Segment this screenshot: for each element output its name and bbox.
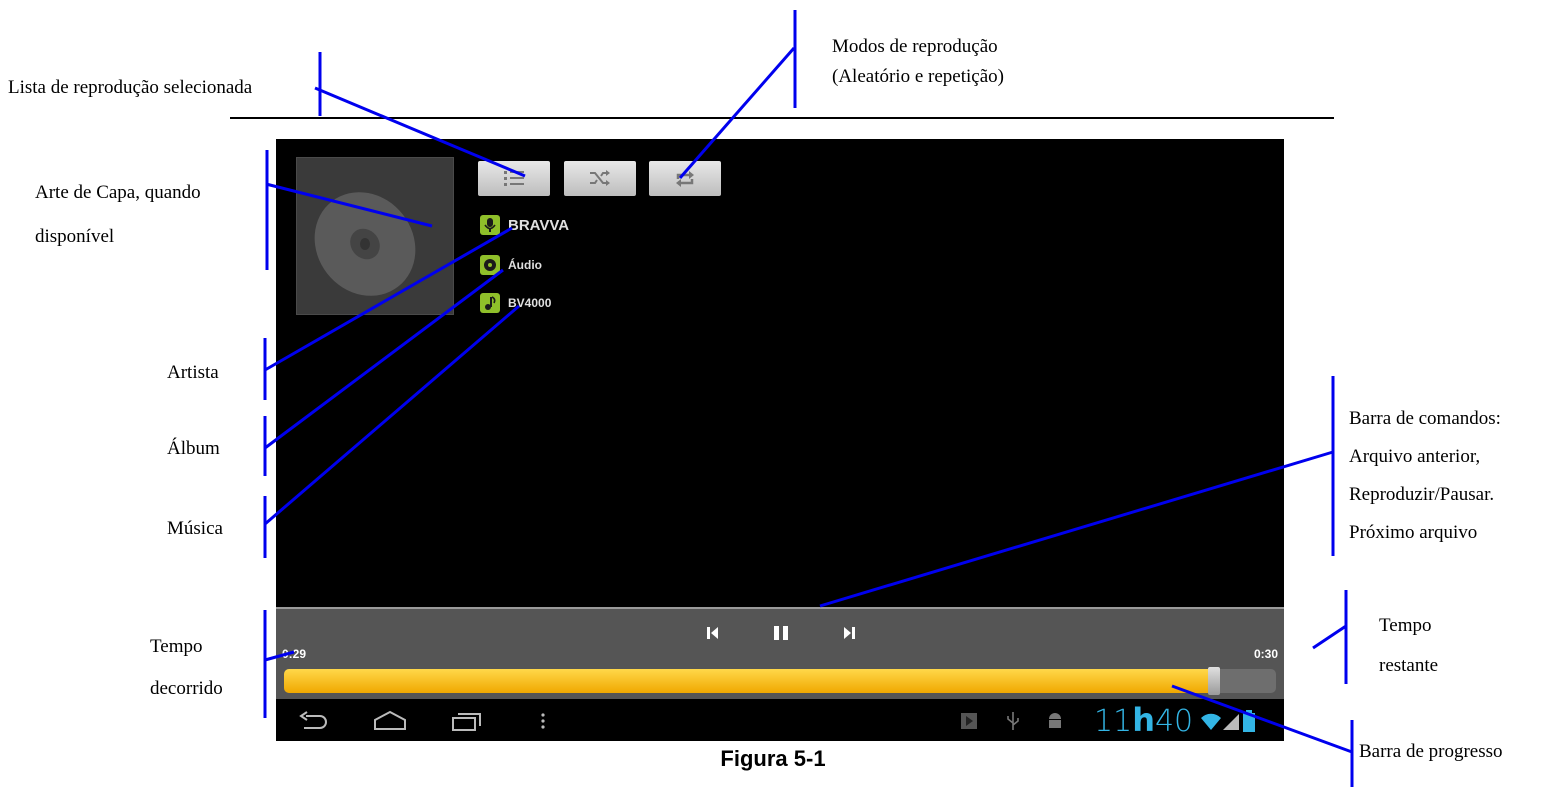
label-command-bar-line3: Reproduzir/Pausar.	[1349, 484, 1495, 505]
progress-thumb[interactable]	[1207, 667, 1220, 695]
clock-hours: 11	[1094, 704, 1133, 739]
label-music: Música	[167, 518, 223, 539]
label-play-modes: Modos de reprodução (Aleatório e repetiç…	[832, 32, 1004, 92]
album-disc-icon	[480, 255, 500, 275]
battery-icon	[1243, 710, 1255, 732]
repeat-icon	[676, 171, 694, 187]
tablet-screen: BRAVVA Áudio BV4000 0:29 0:30 11 h 40	[276, 139, 1284, 741]
label-playlist: Lista de reprodução selecionada	[8, 77, 253, 98]
track-row: BV4000	[480, 291, 551, 315]
home-icon[interactable]	[372, 709, 408, 733]
repeat-button[interactable]	[649, 161, 721, 196]
album-cover-art	[296, 157, 454, 315]
playlist-button[interactable]	[478, 161, 550, 196]
label-command-bar: Barra de comandos: Arquivo anterior, Rep…	[1349, 400, 1501, 552]
shuffle-icon	[590, 170, 610, 186]
music-note-icon	[480, 293, 500, 313]
artist-row: BRAVVA	[480, 213, 569, 237]
playlist-icon	[504, 171, 524, 186]
label-cover-art-line1: Arte de Capa, quando	[35, 182, 201, 203]
clock-minutes: 40	[1154, 704, 1194, 739]
label-album: Álbum	[167, 438, 220, 459]
label-elapsed-time: Tempo decorrido	[150, 626, 223, 710]
label-remaining-time-line2: restante	[1379, 655, 1439, 676]
progress-bar[interactable]	[284, 667, 1276, 695]
microphone-icon	[480, 215, 500, 235]
label-play-modes-line2: (Aleatório e repetição)	[832, 66, 1004, 87]
back-icon[interactable]	[298, 710, 330, 732]
signal-icon	[1223, 714, 1239, 730]
command-bar: 0:29 0:30	[276, 607, 1284, 699]
usb-icon	[1007, 712, 1019, 730]
recent-apps-icon[interactable]	[450, 709, 484, 733]
track-name: BV4000	[508, 296, 552, 310]
label-command-bar-line4: Próximo arquivo	[1349, 522, 1478, 543]
elapsed-time: 0:29	[282, 647, 307, 661]
label-play-modes-line1: Modos de reprodução	[832, 36, 998, 57]
label-elapsed-time-line2: decorrido	[150, 678, 223, 699]
menu-icon[interactable]	[539, 711, 547, 731]
label-command-bar-line1: Barra de comandos:	[1349, 408, 1501, 429]
label-cover-art-line2: disponível	[35, 226, 115, 247]
header-rule	[230, 117, 1334, 119]
system-navigation-bar: 11 h 40	[276, 699, 1284, 741]
progress-fill	[284, 669, 1214, 693]
clock-separator: h	[1132, 701, 1155, 739]
artist-name: BRAVVA	[508, 216, 570, 234]
cd-icon	[314, 192, 416, 296]
album-name: Áudio	[508, 258, 542, 272]
label-cover-art: Arte de Capa, quando disponível	[35, 171, 201, 259]
label-elapsed-time-line1: Tempo	[150, 636, 203, 657]
figure-caption: Figura 5-1	[720, 746, 826, 771]
remaining-time: 0:30	[1253, 647, 1278, 661]
media-play-icon	[961, 713, 977, 729]
status-clock: 11 h 40	[1094, 699, 1193, 741]
shuffle-button[interactable]	[564, 161, 636, 196]
label-artist: Artista	[167, 362, 219, 383]
callout-line-remaining	[1312, 624, 1347, 650]
label-remaining-time: Tempo restante	[1379, 606, 1438, 686]
pause-icon[interactable]	[772, 625, 790, 641]
next-icon[interactable]	[842, 625, 856, 641]
previous-icon[interactable]	[706, 625, 720, 641]
android-debug-icon	[1049, 713, 1061, 728]
label-command-bar-line2: Arquivo anterior,	[1349, 446, 1481, 467]
label-remaining-time-line1: Tempo	[1379, 615, 1432, 636]
album-row: Áudio	[480, 253, 542, 277]
wifi-icon	[1201, 713, 1221, 730]
